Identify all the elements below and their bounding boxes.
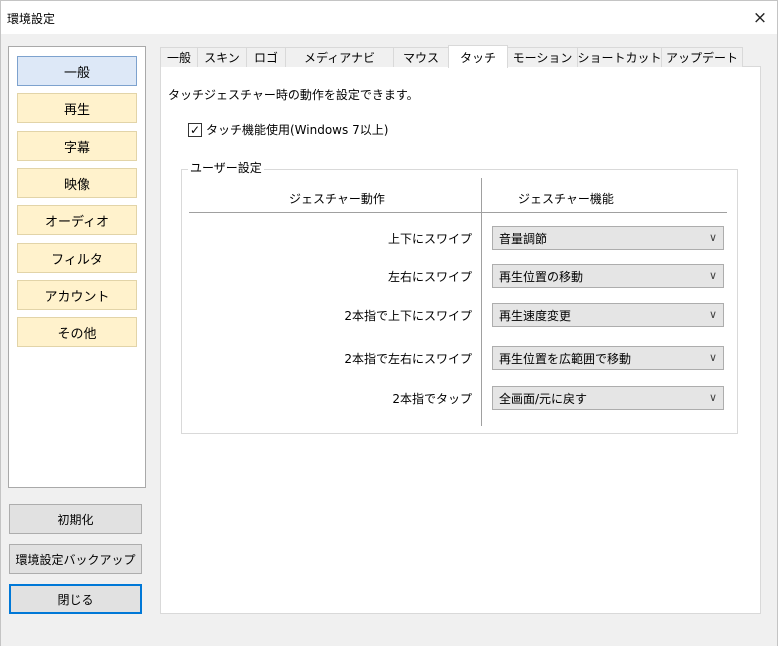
user-settings-title: ユーザー設定 (188, 159, 264, 176)
column-divider (481, 178, 482, 426)
chevron-down-icon: ∨ (708, 391, 717, 404)
tab-general[interactable]: 一般 (160, 47, 198, 67)
select-value: 再生速度変更 (499, 308, 572, 323)
select-value: 再生位置の移動 (499, 269, 584, 284)
gesture-function-select[interactable]: 全画面/元に戻す ∨ (492, 386, 724, 410)
gesture-label: 2本指で左右にスワイプ (344, 352, 472, 366)
tab-mouse[interactable]: マウス (393, 47, 449, 67)
select-value: 全画面/元に戻す (499, 391, 588, 406)
header-divider (189, 212, 727, 213)
sidebar-item-other[interactable]: その他 (17, 317, 137, 347)
select-value: 音量調節 (499, 231, 548, 246)
reset-button[interactable]: 初期化 (9, 504, 142, 534)
tab-skin[interactable]: スキン (197, 47, 247, 67)
backup-button[interactable]: 環境設定バックアップ (9, 544, 142, 574)
touch-description: タッチジェスチャー時の動作を設定できます。 (168, 88, 419, 102)
tab-update[interactable]: アップデート (661, 47, 743, 67)
gesture-function-select[interactable]: 再生速度変更 ∨ (492, 303, 724, 327)
select-value: 再生位置を広範囲で移動 (499, 351, 632, 366)
sidebar-item-video[interactable]: 映像 (17, 168, 137, 198)
gesture-label: 上下にスワイプ (387, 232, 472, 246)
sidebar-item-filter[interactable]: フィルタ (17, 243, 137, 273)
sidebar-item-subtitles[interactable]: 字幕 (17, 131, 137, 161)
sidebar-item-playback[interactable]: 再生 (17, 93, 137, 123)
close-icon[interactable]: × (743, 1, 777, 35)
sidebar-item-audio[interactable]: オーディオ (17, 205, 137, 235)
tab-logo[interactable]: ロゴ (246, 47, 286, 67)
title-bar: 環境設定 × (0, 0, 778, 34)
column-header-action: ジェスチャー動作 (289, 192, 385, 206)
column-header-function: ジェスチャー機能 (518, 192, 614, 206)
tab-motion[interactable]: モーション (507, 47, 578, 67)
gesture-function-select[interactable]: 再生位置を広範囲で移動 ∨ (492, 346, 724, 370)
sidebar-item-account[interactable]: アカウント (17, 280, 137, 310)
chevron-down-icon: ∨ (708, 308, 717, 321)
sidebar-item-general[interactable]: 一般 (17, 56, 137, 86)
tab-shortcut[interactable]: ショートカット (577, 47, 662, 67)
chevron-down-icon: ∨ (708, 269, 717, 282)
gesture-label: 2本指でタップ (392, 392, 472, 406)
gesture-label: 左右にスワイプ (387, 270, 472, 284)
close-button[interactable]: 閉じる (9, 584, 142, 614)
tab-media-navi[interactable]: メディアナビ (285, 47, 394, 67)
touch-enable-row[interactable]: ✓ タッチ機能使用(Windows 7以上) (188, 121, 388, 138)
gesture-function-select[interactable]: 音量調節 ∨ (492, 226, 724, 250)
touch-enable-label: タッチ機能使用(Windows 7以上) (206, 123, 389, 137)
gesture-function-select[interactable]: 再生位置の移動 ∨ (492, 264, 724, 288)
chevron-down-icon: ∨ (708, 231, 717, 244)
tab-touch[interactable]: タッチ (448, 45, 508, 68)
window-title: 環境設定 (7, 12, 56, 26)
touch-enable-checkbox[interactable]: ✓ (188, 122, 202, 137)
gesture-label: 2本指で上下にスワイプ (344, 309, 472, 323)
chevron-down-icon: ∨ (708, 351, 717, 364)
